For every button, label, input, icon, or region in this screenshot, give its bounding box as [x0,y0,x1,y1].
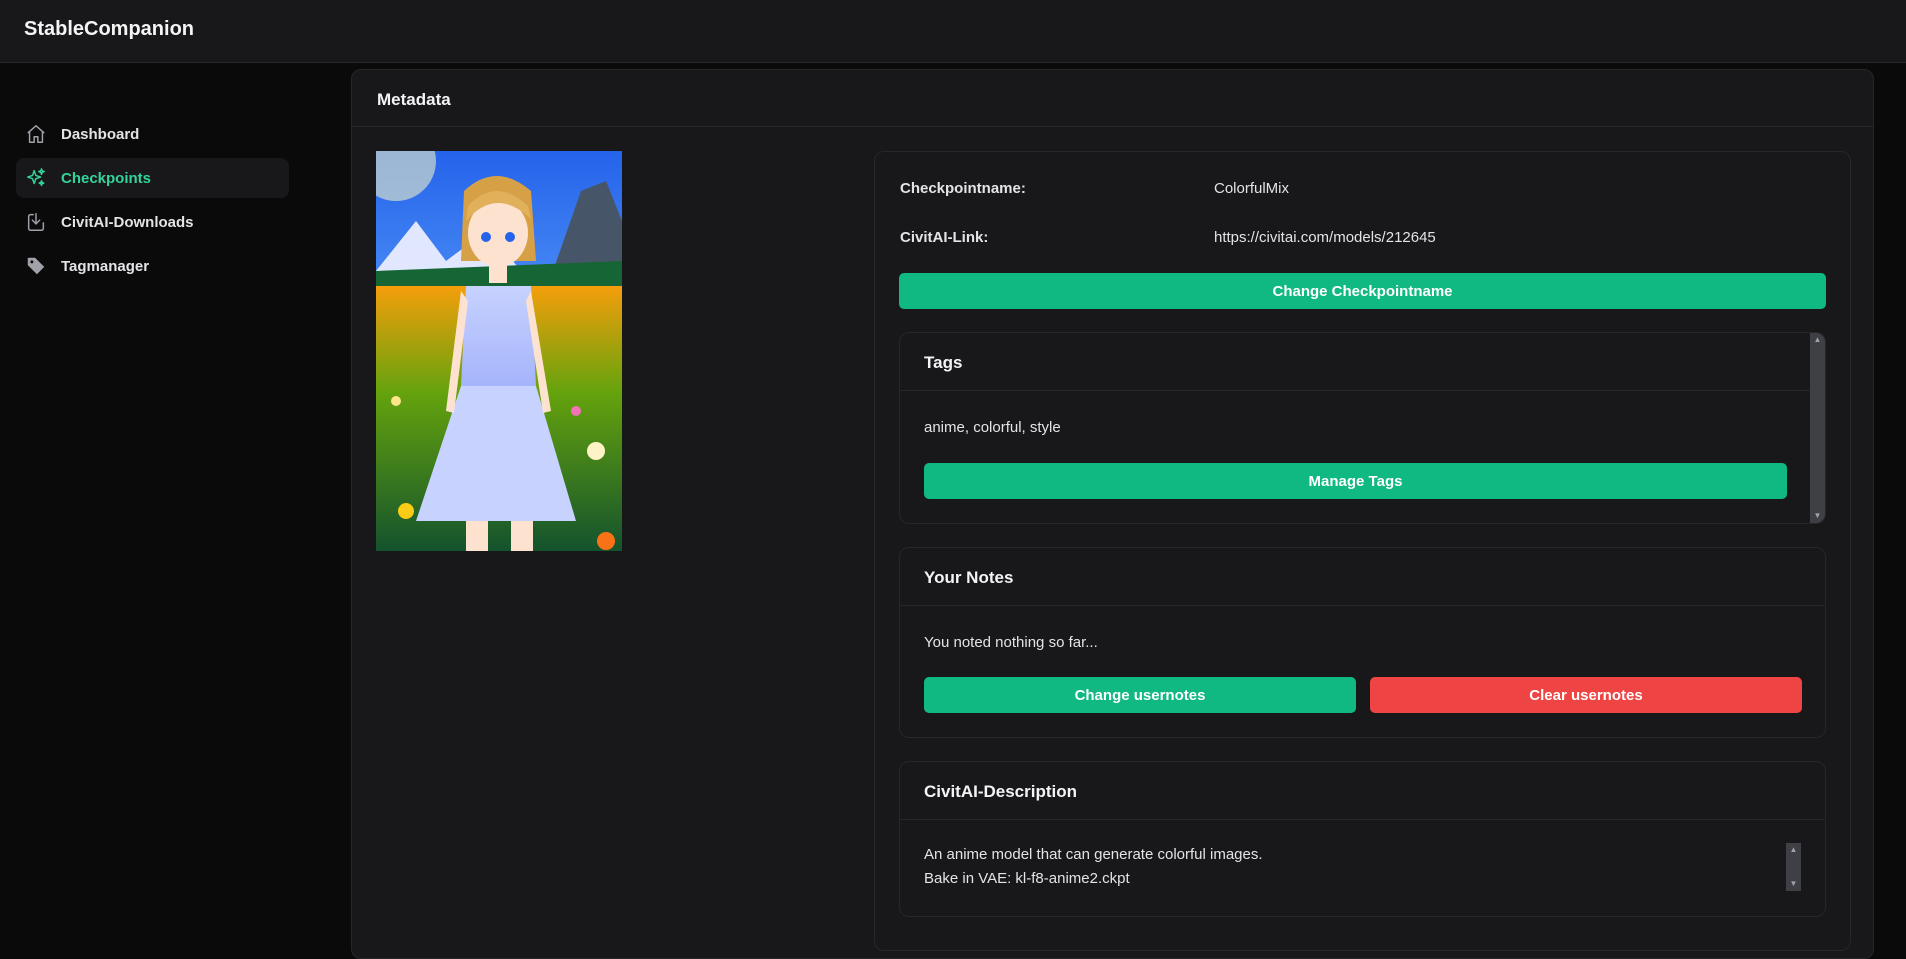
manage-tags-button[interactable]: Manage Tags [924,463,1787,499]
checkpoint-details-card: Checkpointname: ColorfulMix CivitAI-Link… [874,151,1851,951]
top-bar: StableCompanion [0,0,1906,63]
sidebar-item-label: Tagmanager [61,257,150,275]
tags-value: anime, colorful, style [924,419,1061,436]
notes-value: You noted nothing so far... [924,634,1098,651]
sidebar-item-label: Dashboard [61,125,140,143]
civitai-link-label: CivitAI-Link: [900,229,989,246]
description-line-1: An anime model that can generate colorfu… [924,846,1263,863]
notes-title: Your Notes [900,548,1825,606]
scroll-up-icon[interactable]: ▲ [1786,843,1801,857]
metadata-card: Metadata Checkpointname: ColorfulMix Civ… [351,69,1874,959]
change-usernotes-button[interactable]: Change usernotes [924,677,1356,713]
tags-scrollbar[interactable]: ▲ ▼ [1810,333,1825,523]
checkpoint-name-value: ColorfulMix [1214,180,1290,197]
sidebar: Dashboard Checkpoints CivitAI-Downloads … [0,64,330,942]
scroll-up-icon[interactable]: ▲ [1810,333,1825,347]
scroll-down-icon[interactable]: ▼ [1786,877,1801,891]
model-preview-image [376,151,622,551]
tags-card: Tags anime, colorful, style Manage Tags … [899,332,1826,524]
download-icon [27,213,45,231]
tags-title: Tags [900,333,1825,391]
sidebar-item-label: Checkpoints [61,169,152,187]
civitai-description-card: CivitAI-Description An anime model that … [899,761,1826,917]
checkpoint-name-label: Checkpointname: [900,180,1026,197]
scroll-down-icon[interactable]: ▼ [1810,509,1825,523]
notes-card: Your Notes You noted nothing so far... C… [899,547,1826,738]
page-title: Metadata [352,70,1873,127]
civitai-link-value[interactable]: https://civitai.com/models/212645 [1214,229,1436,246]
clear-usernotes-button[interactable]: Clear usernotes [1370,677,1802,713]
description-title: CivitAI-Description [900,762,1825,820]
sidebar-item-checkpoints[interactable]: Checkpoints [16,158,289,198]
sidebar-item-dashboard[interactable]: Dashboard [16,114,289,154]
sidebar-item-civitai-downloads[interactable]: CivitAI-Downloads [16,202,289,242]
sidebar-item-tagmanager[interactable]: Tagmanager [16,246,289,286]
sparkles-icon [27,168,45,187]
home-icon [27,125,45,143]
change-checkpointname-button[interactable]: Change Checkpointname [899,273,1826,309]
description-line-2: Bake in VAE: kl-f8-anime2.ckpt [924,870,1130,887]
tag-icon [27,257,45,275]
sidebar-item-label: CivitAI-Downloads [61,213,194,231]
app-title: StableCompanion [24,18,195,40]
description-scrollbar[interactable]: ▲ ▼ [1786,843,1801,891]
